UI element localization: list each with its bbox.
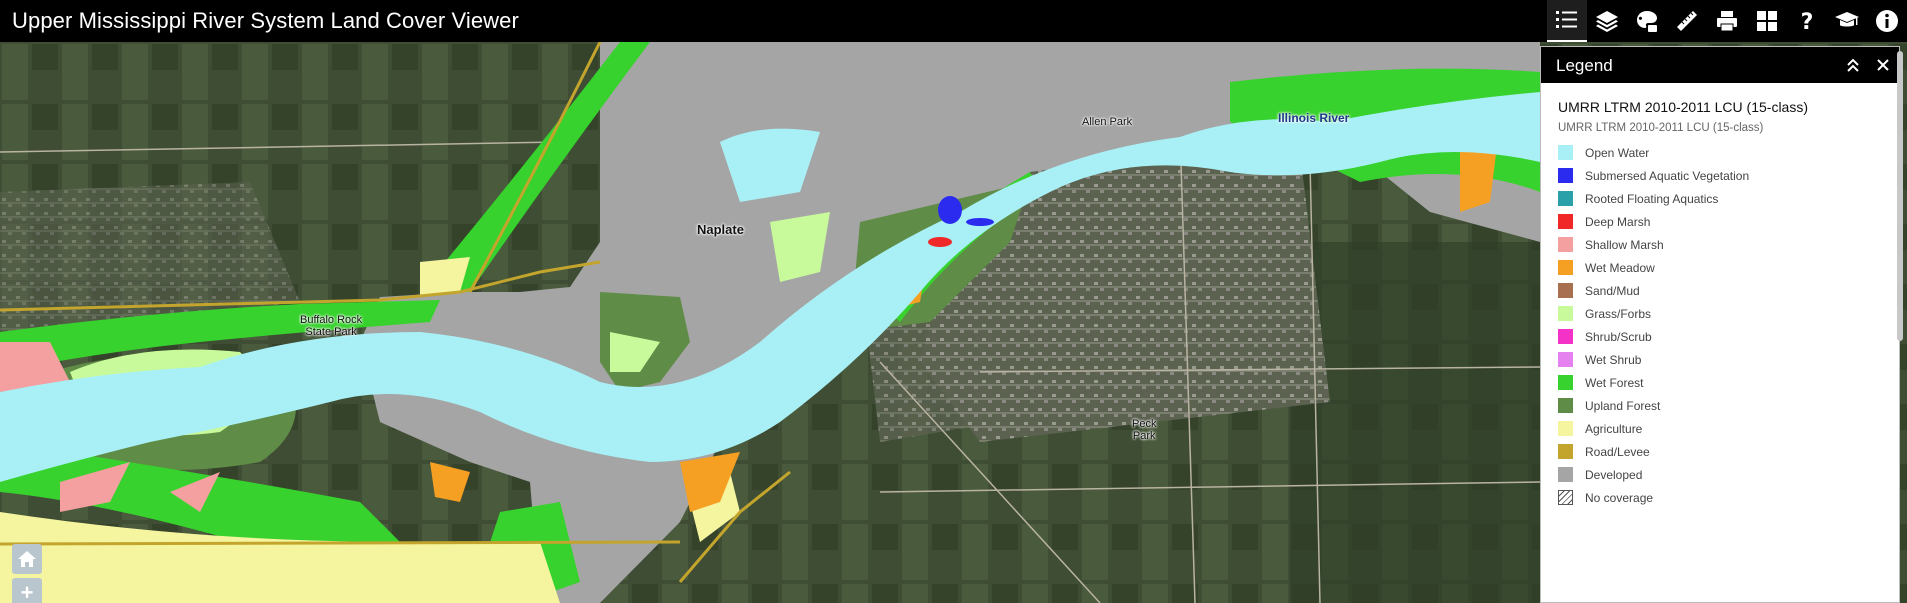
- legend-collapse-button[interactable]: [1841, 53, 1865, 77]
- legend-item: Wet Meadow: [1558, 256, 1749, 279]
- app-title: Upper Mississippi River System Land Cove…: [12, 8, 519, 33]
- legend-scrollbar[interactable]: [1897, 51, 1903, 341]
- legend-header: Legend: [1541, 47, 1899, 83]
- legend-item-label: Developed: [1585, 467, 1643, 482]
- legend-swatch: [1558, 490, 1573, 505]
- legend-item-label: Grass/Forbs: [1585, 306, 1652, 321]
- legend-list: Open Water Submersed Aquatic Vegetation Ro…: [1558, 141, 1749, 509]
- legend-swatch: [1558, 260, 1573, 275]
- print-icon: [1717, 11, 1737, 32]
- legend-item-label: Submersed Aquatic Vegetation: [1585, 168, 1750, 183]
- widget-grid-icon: [1757, 11, 1777, 31]
- legend-button[interactable]: [1547, 0, 1587, 42]
- legend-item: Shrub/Scrub: [1558, 325, 1749, 348]
- layers-icon: [1596, 11, 1618, 32]
- zoom-in-button[interactable]: +: [12, 578, 42, 603]
- place-label-buffalo-rock-line2: State Park: [305, 326, 357, 338]
- legend-item: Submersed Aquatic Vegetation: [1558, 164, 1749, 187]
- legend-swatch: [1558, 467, 1573, 482]
- legend-item: Sand/Mud: [1558, 279, 1749, 302]
- place-label-illinois-river: Illinois River: [1278, 111, 1350, 125]
- legend-swatch: [1558, 398, 1573, 413]
- place-label-buffalo-rock-line1: Buffalo Rock: [300, 314, 363, 326]
- legend-list-icon: [1556, 11, 1577, 28]
- legend-swatch: [1558, 444, 1573, 459]
- legend-item: Rooted Floating Aquatics: [1558, 187, 1749, 210]
- legend-item: Wet Forest: [1558, 371, 1749, 394]
- legend-swatch: [1558, 283, 1573, 298]
- legend-swatch: [1558, 191, 1573, 206]
- help-question-icon: ?: [1801, 10, 1814, 34]
- legend-swatch: [1558, 329, 1573, 344]
- legend-swatch: [1558, 168, 1573, 183]
- basemap-gallery-button[interactable]: [1627, 0, 1667, 42]
- legend-swatch: [1558, 145, 1573, 160]
- legend-title: Legend: [1556, 56, 1613, 75]
- legend-item-label: Rooted Floating Aquatics: [1585, 191, 1719, 206]
- legend-item: No coverage: [1558, 486, 1749, 509]
- chevron-double-up-icon: [1847, 58, 1859, 72]
- about-button[interactable]: [1867, 0, 1907, 42]
- svg-text:?: ?: [1801, 10, 1814, 34]
- tutorial-mortarboard-icon: [1835, 12, 1859, 27]
- measure-ruler-icon: [1677, 11, 1697, 31]
- tutorial-button[interactable]: [1827, 0, 1867, 42]
- app-header: Upper Mississippi River System Land Cove…: [0, 0, 1907, 42]
- place-label-naplate: Naplate: [697, 222, 744, 237]
- legend-item-label: Agriculture: [1585, 421, 1643, 436]
- legend-item: Open Water: [1558, 141, 1749, 164]
- legend-item-label: Upland Forest: [1585, 398, 1661, 413]
- legend-swatch: [1558, 352, 1573, 367]
- legend-item-label: Wet Forest: [1585, 375, 1644, 390]
- legend-panel: Legend UMRR LTRM 2010-2011 LCU (15-class…: [1540, 46, 1903, 603]
- place-label-buffalo-rock: Buffalo Rock State Park: [300, 314, 362, 338]
- legend-item-label: Sand/Mud: [1585, 283, 1640, 298]
- legend-item-label: Wet Meadow: [1585, 260, 1655, 275]
- legend-swatch: [1558, 237, 1573, 252]
- legend-swatch: [1558, 421, 1573, 436]
- home-icon: [18, 551, 36, 567]
- help-button[interactable]: ?: [1787, 0, 1827, 42]
- legend-item: Road/Levee: [1558, 440, 1749, 463]
- legend-item-label: No coverage: [1585, 490, 1654, 505]
- legend-swatch: [1558, 375, 1573, 390]
- legend-item-label: Deep Marsh: [1585, 214, 1651, 229]
- legend-item: Upland Forest: [1558, 394, 1749, 417]
- legend-item: Wet Shrub: [1558, 348, 1749, 371]
- place-label-peck-park: Peck Park: [1132, 418, 1156, 442]
- info-icon: [1876, 10, 1898, 32]
- land-deep-marsh: [928, 237, 952, 247]
- legend-item-label: Shrub/Scrub: [1585, 329, 1652, 344]
- legend-item: Grass/Forbs: [1558, 302, 1749, 325]
- legend-item: Shallow Marsh: [1558, 233, 1749, 256]
- layers-button[interactable]: [1587, 0, 1627, 42]
- print-button[interactable]: [1707, 0, 1747, 42]
- close-icon: [1877, 59, 1889, 71]
- place-label-peck-park-line1: Peck: [1132, 418, 1157, 430]
- place-label-allen-park: Allen Park: [1082, 116, 1133, 128]
- place-label-peck-park-line2: Park: [1132, 430, 1156, 442]
- land-submersed-aquatic-vegetation-2: [966, 218, 994, 226]
- legend-item: Deep Marsh: [1558, 210, 1749, 233]
- widget-grid-button[interactable]: [1747, 0, 1787, 42]
- basemap-gallery-icon: [1637, 11, 1657, 32]
- land-submersed-aquatic-vegetation: [938, 196, 962, 224]
- legend-swatch: [1558, 214, 1573, 229]
- legend-item-label: Open Water: [1585, 145, 1650, 160]
- satellite-dark-field: [1290, 242, 1540, 603]
- measure-button[interactable]: [1667, 0, 1707, 42]
- legend-item-label: Shallow Marsh: [1585, 237, 1664, 252]
- legend-swatch: [1558, 306, 1573, 321]
- legend-item: Agriculture: [1558, 417, 1749, 440]
- legend-item-label: Wet Shrub: [1585, 352, 1642, 367]
- legend-item: Developed: [1558, 463, 1749, 486]
- toolbar: ?: [1547, 0, 1907, 42]
- home-button[interactable]: [12, 544, 42, 574]
- legend-item-label: Road/Levee: [1585, 444, 1650, 459]
- legend-layer-title: UMRR LTRM 2010-2011 LCU (15-class): [1558, 99, 1808, 115]
- legend-layer-subtitle: UMRR LTRM 2010-2011 LCU (15-class): [1558, 122, 1764, 134]
- legend-close-button[interactable]: [1871, 53, 1895, 77]
- zoom-in-icon: +: [20, 580, 34, 603]
